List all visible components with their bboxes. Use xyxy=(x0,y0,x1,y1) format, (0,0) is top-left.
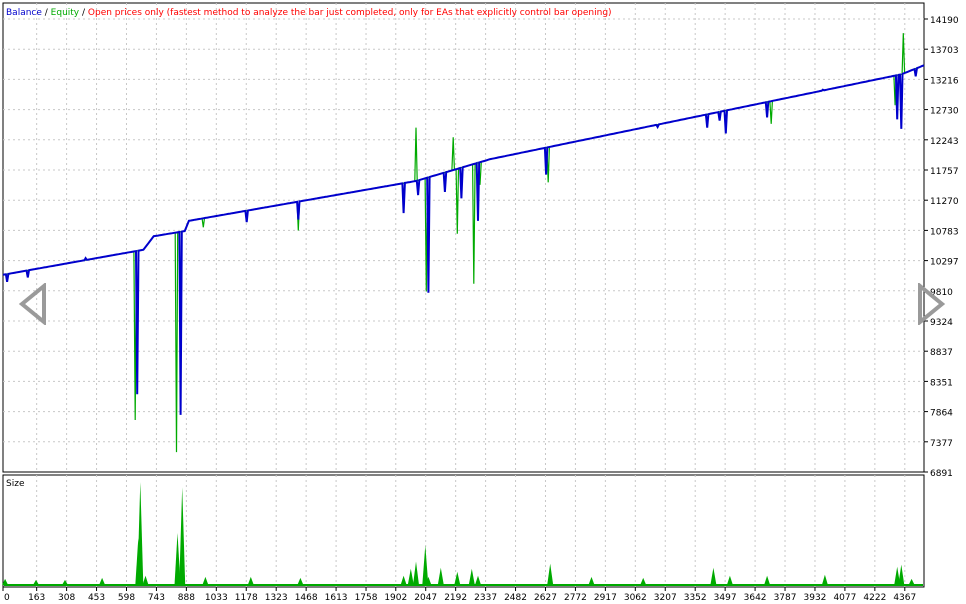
chart-legend: Balance / Equity / Open prices only (fas… xyxy=(6,8,612,18)
y-tick-label: 7864 xyxy=(930,409,953,419)
x-tick-label: 453 xyxy=(88,593,105,603)
x-tick-label: 743 xyxy=(148,593,165,603)
x-tick-label: 163 xyxy=(28,593,45,603)
y-tick-label: 8351 xyxy=(930,378,953,388)
x-tick-label: 4077 xyxy=(833,593,856,603)
x-tick-label: 2772 xyxy=(564,593,587,603)
legend-item: Open prices only (fastest method to anal… xyxy=(88,8,612,18)
x-tick-label: 3787 xyxy=(774,593,797,603)
x-tick-label: 3932 xyxy=(804,593,827,603)
x-tick-label: 1758 xyxy=(355,593,378,603)
main-plot-frame xyxy=(2,2,925,473)
x-tick-label: 308 xyxy=(58,593,75,603)
y-tick-label: 14190 xyxy=(930,16,959,26)
x-tick-label: 598 xyxy=(118,593,135,603)
x-tick-label: 2627 xyxy=(534,593,557,603)
chevron-right-icon[interactable] xyxy=(916,281,946,327)
x-tick-label: 1468 xyxy=(295,593,318,603)
x-tick-label: 2917 xyxy=(594,593,617,603)
legend-separator: / xyxy=(42,8,51,18)
x-tick-label: 4367 xyxy=(893,593,916,603)
x-tick-label: 4222 xyxy=(863,593,886,603)
y-tick-label: 6891 xyxy=(930,469,953,479)
y-tick-label: 13216 xyxy=(930,76,959,86)
x-tick-label: 2192 xyxy=(444,593,467,603)
x-tick-label: 1902 xyxy=(384,593,407,603)
y-tick-label: 11757 xyxy=(930,167,959,177)
x-tick-label: 888 xyxy=(178,593,195,603)
x-tick-label: 3642 xyxy=(744,593,767,603)
x-tick-label: 3207 xyxy=(654,593,677,603)
y-tick-label: 8837 xyxy=(930,348,953,358)
x-tick-label: 1033 xyxy=(205,593,228,603)
y-tick-label: 11270 xyxy=(930,197,959,207)
y-tick-label: 7377 xyxy=(930,439,953,449)
legend-item: Equity xyxy=(51,8,80,18)
legend-item: Balance xyxy=(6,8,42,18)
y-tick-label: 13703 xyxy=(930,46,959,56)
chevron-left-icon[interactable] xyxy=(18,281,48,327)
y-tick-label: 12730 xyxy=(930,107,959,117)
y-tick-label: 12243 xyxy=(930,137,959,147)
x-tick-label: 0 xyxy=(4,593,10,603)
y-tick-label: 10783 xyxy=(930,227,959,237)
tester-graph: 14190 13703 13216 12730 12243 11757 11270 10783… xyxy=(2,2,959,603)
x-tick-label: 3352 xyxy=(684,593,707,603)
x-tick-label: 1323 xyxy=(265,593,288,603)
x-tick-label: 1178 xyxy=(235,593,258,603)
size-panel-title: Size xyxy=(6,479,25,489)
x-tick-label: 1613 xyxy=(325,593,348,603)
x-tick-label: 2337 xyxy=(474,593,497,603)
x-tick-label: 2482 xyxy=(504,593,527,603)
x-tick-label: 2047 xyxy=(414,593,437,603)
x-tick-label: 3062 xyxy=(624,593,647,603)
y-tick-label: 10297 xyxy=(930,258,959,268)
legend-separator: / xyxy=(79,8,88,18)
x-tick-label: 3497 xyxy=(714,593,737,603)
